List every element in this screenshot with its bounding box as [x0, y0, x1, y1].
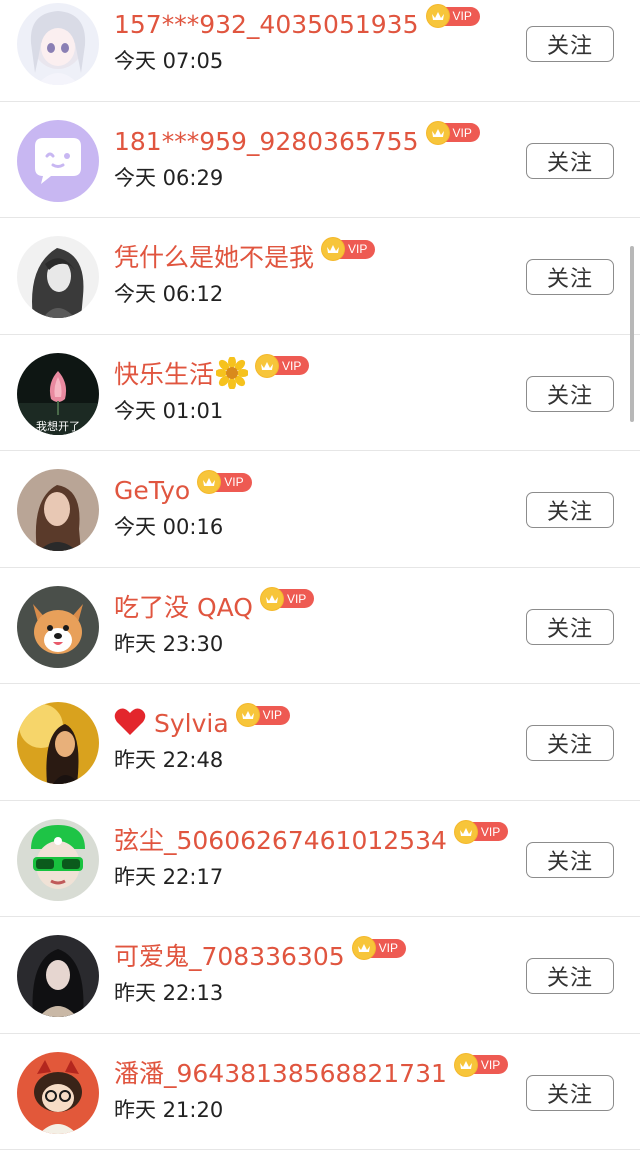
follower-list: 157***932_4035051935 VIP 今天 07:05 关注 181… [0, 0, 640, 1150]
vip-badge: VIP [352, 937, 406, 959]
follow-button[interactable]: 关注 [526, 1074, 614, 1111]
list-item[interactable]: Sylvia VIP 昨天 22:48 关注 [0, 684, 640, 801]
crown-icon [236, 704, 259, 726]
user-name[interactable]: 157***932_4035051935 [114, 7, 419, 43]
follow-time: 昨天 22:13 [114, 981, 224, 1005]
list-item[interactable]: 潘潘_96438138568821731 VIP 昨天 21:20 关注 [0, 1034, 640, 1150]
list-item[interactable]: 吃了没 QAQ VIP 昨天 23:30 关注 [0, 568, 640, 684]
crown-icon [322, 238, 345, 260]
avatar[interactable] [17, 119, 99, 202]
heart-icon [114, 707, 146, 741]
list-item[interactable]: GeTyo VIP 今天 00:16 关注 [0, 451, 640, 568]
user-name[interactable]: 吃了没 QAQ [114, 590, 253, 626]
list-item[interactable]: 157***932_4035051935 VIP 今天 07:05 关注 [0, 0, 640, 102]
follow-time: 昨天 22:17 [114, 864, 224, 889]
user-name[interactable]: 可爱鬼_708336305 [114, 939, 345, 975]
crown-icon [260, 587, 283, 610]
avatar[interactable] [17, 469, 99, 551]
vip-badge: VIP [426, 5, 480, 27]
scrollbar[interactable] [630, 246, 634, 422]
user-name[interactable]: 快乐生活 [114, 357, 214, 393]
vip-badge: VIP [454, 1053, 509, 1076]
follow-time: 今天 07:05 [114, 49, 224, 73]
crown-icon [454, 820, 477, 843]
follow-button[interactable]: 关注 [526, 725, 614, 761]
crown-icon [256, 354, 279, 377]
follow-button[interactable]: 关注 [526, 841, 614, 878]
follow-button[interactable]: 关注 [526, 608, 614, 645]
avatar[interactable] [17, 1051, 99, 1134]
user-name[interactable]: 潘潘_96438138568821731 [114, 1056, 447, 1092]
follow-button[interactable]: 关注 [526, 259, 614, 295]
follow-time: 今天 06:29 [114, 165, 224, 190]
crown-icon [454, 1053, 477, 1076]
sunflower-icon [215, 355, 250, 393]
avatar[interactable] [17, 585, 99, 668]
follow-time: 昨天 23:30 [114, 631, 224, 656]
follow-time: 昨天 22:48 [114, 748, 224, 772]
user-name[interactable]: GeTyo [114, 473, 190, 509]
user-name[interactable]: Sylvia [154, 706, 229, 742]
vip-badge: VIP [236, 704, 291, 726]
vip-badge: VIP [256, 354, 310, 377]
crown-icon [426, 121, 449, 144]
follow-time: 昨天 21:20 [114, 1097, 224, 1122]
follow-button[interactable]: 关注 [526, 375, 614, 412]
crown-icon [426, 5, 449, 27]
list-item[interactable]: 弦尘_50606267461012534 VIP 昨天 22:17 关注 [0, 801, 640, 917]
list-item[interactable]: 凭什么是她不是我 VIP 今天 06:12 关注 [0, 218, 640, 335]
list-item[interactable]: 我想开了 快乐生活 VIP 今天 01:01 关注 [0, 335, 640, 451]
user-name[interactable]: 181***959_9280365755 [114, 124, 419, 160]
follow-button[interactable]: 关注 [526, 26, 614, 62]
vip-badge: VIP [260, 587, 315, 610]
vip-badge: VIP [454, 820, 509, 843]
avatar-caption: 我想开了 [36, 419, 80, 433]
avatar[interactable] [17, 236, 99, 318]
follow-button[interactable]: 关注 [526, 142, 614, 179]
avatar[interactable] [17, 702, 99, 784]
vip-badge: VIP [198, 471, 252, 493]
user-name[interactable]: 凭什么是她不是我 [114, 240, 314, 276]
list-item[interactable]: 可爱鬼_708336305 VIP 昨天 22:13 关注 [0, 917, 640, 1034]
crown-icon [352, 937, 375, 959]
follow-button[interactable]: 关注 [526, 492, 614, 528]
avatar[interactable] [17, 3, 99, 85]
follow-time: 今天 01:01 [114, 398, 224, 423]
follow-time: 今天 00:16 [114, 515, 224, 539]
list-item[interactable]: 181***959_9280365755 VIP 今天 06:29 关注 [0, 102, 640, 218]
vip-badge: VIP [426, 121, 480, 144]
vip-badge: VIP [322, 238, 376, 260]
user-name[interactable]: 弦尘_50606267461012534 [114, 823, 447, 859]
follow-button[interactable]: 关注 [526, 958, 614, 994]
avatar[interactable]: 我想开了 [17, 352, 99, 435]
avatar[interactable] [17, 818, 99, 901]
avatar[interactable] [17, 935, 99, 1017]
follow-time: 今天 06:12 [114, 282, 224, 306]
